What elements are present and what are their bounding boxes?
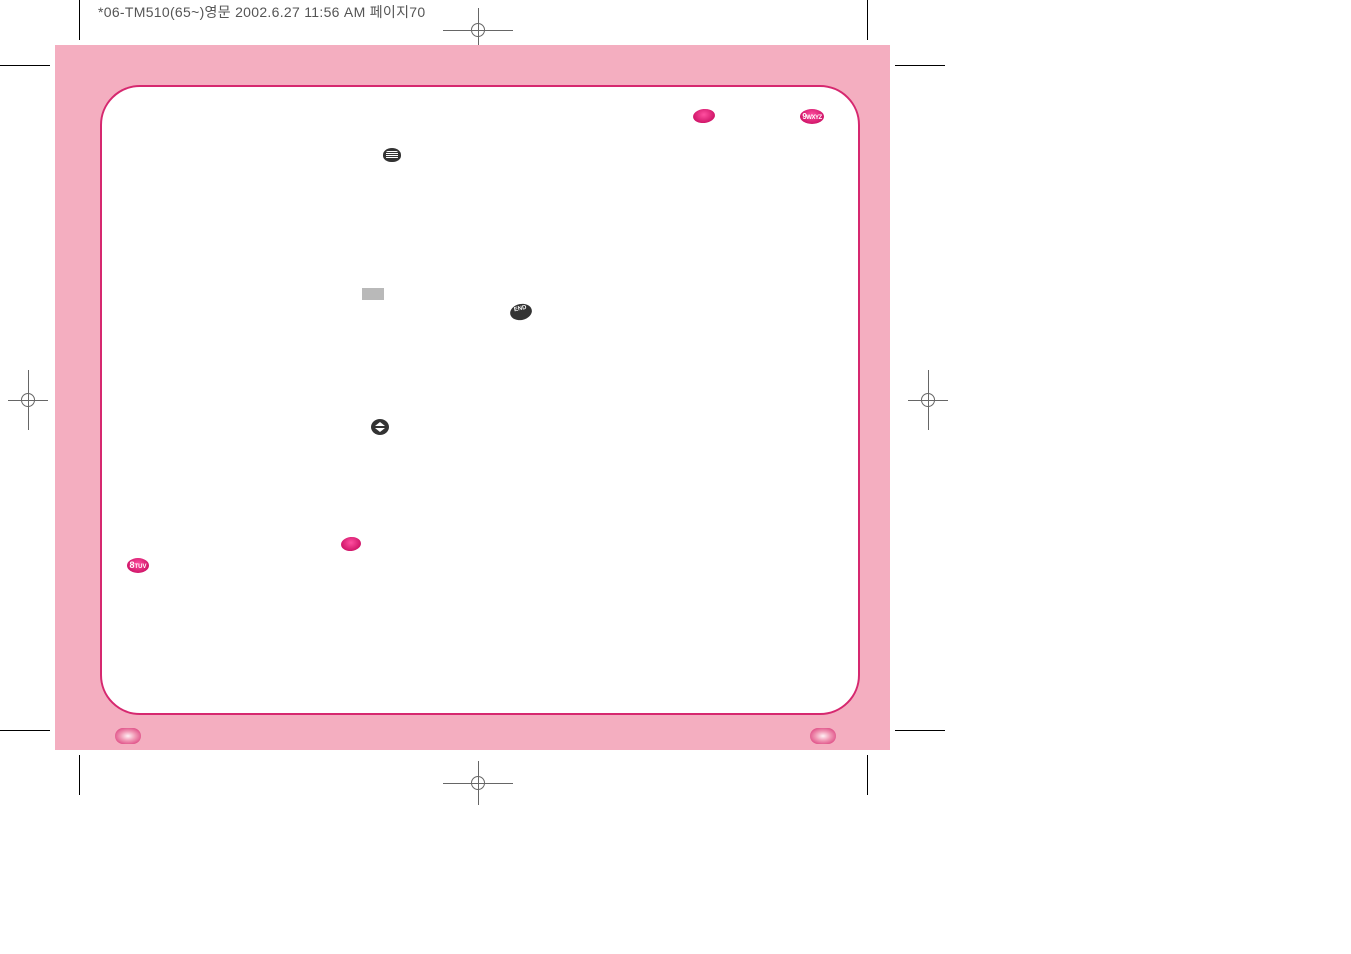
crop-mark [867,0,868,40]
nav-key-icon [371,418,389,436]
key-8-icon: 8TUV [127,557,149,575]
crop-mark [0,65,50,66]
menu-key-icon [383,146,401,164]
placeholder-box [362,285,384,303]
top-key-icon [693,107,715,125]
crop-mark [895,65,945,66]
registration-mark-icon [18,390,38,410]
crop-mark [895,730,945,731]
key-9-icon: 9WXYZ [800,108,824,126]
crop-mark [79,0,80,40]
document-header: *06-TM510(65~)영문 2002.6.27 11:56 AM 페이지7… [98,2,425,22]
end-key-icon: END [510,303,532,321]
crop-mark [0,730,50,731]
content-panel [100,85,860,715]
page-tab-right [810,728,836,744]
registration-mark-icon [468,20,488,40]
crop-mark [867,755,868,795]
registration-mark-icon [918,390,938,410]
registration-mark-icon [468,773,488,793]
crop-mark [79,755,80,795]
mid-key-icon [341,535,361,553]
page-tab-left [115,728,141,744]
